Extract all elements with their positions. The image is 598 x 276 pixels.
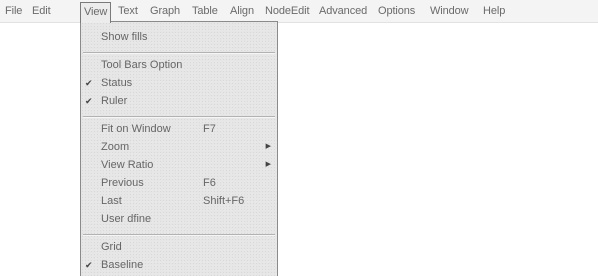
menu-align[interactable]: Align — [227, 3, 257, 19]
submenu-arrow-icon: ▶ — [265, 161, 271, 168]
menu-item-label: Show fills — [101, 31, 148, 43]
menu-item-shortcut: F6 — [203, 177, 216, 189]
menu-item-ruler[interactable]: ✔ Ruler — [81, 92, 277, 110]
menu-view[interactable]: View — [80, 2, 112, 23]
menu-item-status[interactable]: ✔ Status — [81, 74, 277, 92]
menu-item-label: Grid — [101, 241, 122, 253]
menu-nodeedit[interactable]: NodeEdit — [262, 3, 312, 19]
menu-text[interactable]: Text — [115, 3, 141, 19]
menu-table[interactable]: Table — [189, 3, 221, 19]
checkmark-icon: ✔ — [85, 96, 93, 106]
menu-item-label: Tool Bars Option — [101, 59, 183, 71]
menu-advanced[interactable]: Advanced — [316, 3, 370, 19]
menu-edit[interactable]: Edit — [29, 3, 54, 19]
menu-item-label: Last — [101, 195, 122, 207]
menu-help[interactable]: Help — [480, 3, 508, 19]
checkmark-icon: ✔ — [85, 78, 93, 88]
menu-bar: File Edit View Text Graph Table Align No… — [0, 0, 598, 23]
menu-separator — [83, 52, 275, 54]
menu-item-show-fills[interactable]: Show fills — [81, 28, 277, 46]
menu-item-grid[interactable]: Grid — [81, 238, 277, 256]
menu-item-label: Previous — [101, 177, 144, 189]
menu-item-shortcut: F7 — [203, 123, 216, 135]
menu-separator — [83, 116, 275, 118]
menu-graph[interactable]: Graph — [147, 3, 183, 19]
menu-item-label: Ruler — [101, 95, 128, 107]
menu-window[interactable]: Window — [427, 3, 472, 19]
menu-item-view-ratio[interactable]: View Ratio ▶ — [81, 156, 277, 174]
menu-file[interactable]: File — [2, 3, 25, 19]
menu-item-label: User dfine — [101, 213, 152, 225]
menu-item-label: View Ratio — [101, 159, 154, 171]
menu-item-fit-on-window[interactable]: Fit on Window F7 — [81, 120, 277, 138]
menu-item-zoom[interactable]: Zoom ▶ — [81, 138, 277, 156]
menu-options[interactable]: Options — [375, 3, 418, 19]
menu-separator — [83, 234, 275, 236]
menu-item-label: Status — [101, 77, 133, 89]
menu-item-shortcut: Shift+F6 — [203, 195, 245, 207]
menu-item-previous[interactable]: Previous F6 — [81, 174, 277, 192]
menu-item-last[interactable]: Last Shift+F6 — [81, 192, 277, 210]
menu-item-user-define[interactable]: User dfine — [81, 210, 277, 228]
menu-item-baseline[interactable]: ✔ Baseline — [81, 256, 277, 274]
submenu-arrow-icon: ▶ — [265, 143, 271, 150]
menu-item-label: Fit on Window — [101, 123, 171, 135]
menu-item-tool-bars-option[interactable]: Tool Bars Option — [81, 56, 277, 74]
checkmark-icon: ✔ — [85, 260, 93, 270]
menu-item-label: Baseline — [101, 259, 144, 271]
menu-item-label: Zoom — [101, 141, 130, 153]
view-dropdown-menu: Show fills Tool Bars Option ✔ Status ✔ R… — [80, 21, 278, 276]
